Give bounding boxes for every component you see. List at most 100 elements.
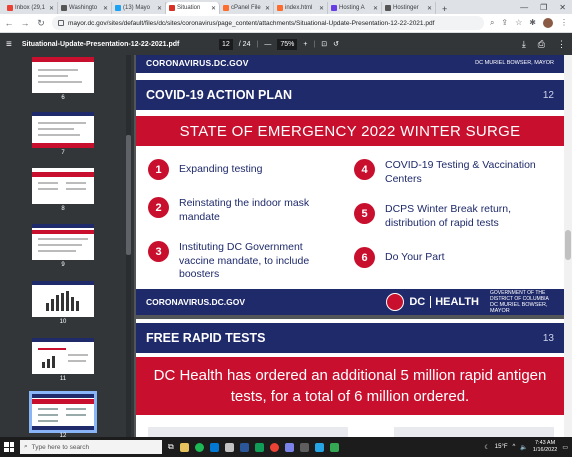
item-text: Expanding testing: [179, 163, 263, 175]
thumbnail-image: [32, 168, 94, 204]
reload-icon[interactable]: ↻: [36, 18, 46, 29]
action-item: 4 COVID-19 Testing & Vaccination Centers: [354, 159, 554, 186]
browser-tab[interactable]: Hosting A ✕: [328, 2, 382, 14]
forward-icon[interactable]: →: [20, 18, 30, 28]
weather-temp[interactable]: 15°F: [495, 444, 508, 450]
thumbnail-page-6[interactable]: 6: [32, 57, 94, 101]
teams-icon[interactable]: [284, 442, 294, 452]
tab-close-icon[interactable]: ✕: [373, 5, 378, 12]
tab-favicon-icon: [277, 5, 283, 11]
print-icon[interactable]: ⎙: [538, 39, 545, 50]
windows-start-icon[interactable]: [4, 442, 14, 452]
tab-close-icon[interactable]: ✕: [157, 5, 162, 12]
search-icon: ⌕: [24, 443, 28, 450]
thumbnail-page-9[interactable]: 9: [32, 224, 94, 268]
file-explorer-icon[interactable]: [179, 442, 189, 452]
tab-label: Hostinger: [393, 5, 419, 11]
close-window-icon[interactable]: ✕: [559, 3, 566, 12]
browser-tab[interactable]: (13) Mayo ✕: [112, 2, 166, 14]
browser-tab[interactable]: cPanel File ✕: [220, 2, 274, 14]
item-text: COVID-19 Testing & Vaccination Centers: [385, 159, 536, 185]
tab-close-icon[interactable]: ✕: [103, 5, 108, 12]
hamburger-menu-icon[interactable]: ≡: [6, 39, 12, 50]
thumbnail-label: 7: [61, 150, 65, 156]
minimize-icon[interactable]: —: [520, 3, 528, 12]
thumbnail-page-11[interactable]: 11: [32, 338, 94, 382]
restore-icon[interactable]: ❐: [540, 3, 547, 12]
taskbar-search-input[interactable]: ⌕ Type here to search: [20, 440, 162, 454]
volume-icon[interactable]: 🔈: [520, 444, 527, 451]
tab-label: Situation: [177, 5, 201, 11]
download-icon[interactable]: ⤓: [522, 39, 526, 50]
mail-icon[interactable]: [209, 442, 219, 452]
browser-tab[interactable]: Situation ✕: [166, 2, 220, 14]
clock-date: 1/16/2022: [532, 447, 558, 453]
thumbnail-page-7[interactable]: 7: [32, 112, 94, 156]
app-icon[interactable]: [299, 442, 309, 452]
app-icon[interactable]: [254, 442, 264, 452]
seal-icon: [386, 293, 405, 311]
back-icon[interactable]: ←: [4, 18, 14, 28]
viewer-scroll-thumb[interactable]: [565, 230, 571, 260]
tab-favicon-icon: [385, 5, 391, 11]
browser-tab[interactable]: Inbox (29,1 ✕: [4, 2, 58, 14]
tab-close-icon[interactable]: ✕: [319, 5, 324, 12]
pdf-viewer[interactable]: CORONAVIRUS.DC.GOV DC MURIEL BOWSER, MAY…: [134, 55, 572, 437]
word-icon[interactable]: [239, 442, 249, 452]
tab-close-icon[interactable]: ✕: [427, 5, 432, 12]
sidebar-scrollbar[interactable]: [126, 55, 131, 437]
new-tab-button[interactable]: +: [436, 4, 453, 14]
more-menu-icon[interactable]: ⋮: [557, 39, 566, 50]
browser-tab[interactable]: index.html ✕: [274, 2, 328, 14]
clock[interactable]: 7:43 AM 1/16/2022: [533, 440, 557, 454]
thumbnail-sidebar: 6 7 8 9 10 11 12: [0, 55, 134, 437]
star-icon[interactable]: ☆: [515, 18, 522, 28]
content-block: [394, 427, 554, 437]
browser-tab[interactable]: Hostinger ✕: [382, 2, 436, 14]
thumbnail-image: [32, 281, 94, 317]
notifications-icon[interactable]: ▭: [562, 444, 568, 451]
dc-health-logo: DC HEALTH GOVERNMENT OF THE DISTRICT OF …: [386, 290, 554, 314]
system-tray: ☾ 15°F ^ 🔈 7:43 AM 1/16/2022 ▭: [484, 440, 568, 454]
tab-favicon-icon: [223, 5, 229, 11]
slide-header: COVID-19 ACTION PLAN 12: [136, 80, 564, 110]
website-label: CORONAVIRUS.DC.GOV: [146, 58, 249, 68]
more-menu-icon[interactable]: ⋮: [560, 18, 568, 28]
divider: |: [313, 40, 316, 48]
sidebar-scroll-thumb[interactable]: [126, 135, 131, 255]
pdf-toolbar: ≡ Situational-Update-Presentation-12-22-…: [0, 33, 572, 55]
item-number: 6: [354, 247, 375, 268]
url-input[interactable]: mayor.dc.gov/sites/default/files/dc/site…: [52, 16, 484, 30]
windows-taskbar: ⌕ Type here to search ⧉ ☾ 15°F ^ 🔈 7:43 …: [0, 437, 572, 457]
checkmark-app-icon[interactable]: [329, 442, 339, 452]
extensions-icon[interactable]: ✱: [529, 18, 536, 28]
tab-close-icon[interactable]: ✕: [265, 5, 270, 12]
thumbnail-page-10[interactable]: 10: [32, 281, 94, 325]
thumbnail-image: [32, 112, 94, 148]
fit-page-icon[interactable]: ⊡: [321, 40, 327, 48]
thumbnail-label: 8: [61, 206, 65, 212]
rotate-icon[interactable]: ↺: [333, 40, 339, 48]
viewer-scrollbar[interactable]: [564, 55, 572, 437]
spotify-icon[interactable]: [194, 442, 204, 452]
zoom-lens-icon[interactable]: ⌕: [490, 18, 494, 28]
app-icon[interactable]: [314, 442, 324, 452]
zoom-in-icon[interactable]: +: [303, 41, 307, 48]
task-view-icon[interactable]: ⧉: [168, 442, 174, 452]
weather-icon[interactable]: ☾: [484, 444, 489, 451]
share-icon[interactable]: ⇪: [501, 18, 508, 28]
action-item: 6 Do Your Part: [354, 247, 554, 268]
item-text: Reinstating the indoor mask mandate: [179, 197, 310, 223]
tray-chevron-icon[interactable]: ^: [513, 444, 516, 450]
thumbnail-page-8[interactable]: 8: [32, 168, 94, 212]
zoom-out-icon[interactable]: —: [264, 41, 271, 48]
tab-close-icon[interactable]: ✕: [211, 5, 216, 12]
page-number-input[interactable]: 12: [219, 38, 233, 50]
browser-tab[interactable]: Washingto ✕: [58, 2, 112, 14]
tab-close-icon[interactable]: ✕: [49, 5, 54, 12]
zoom-level[interactable]: 75%: [277, 38, 298, 50]
app-icon[interactable]: [224, 442, 234, 452]
chrome-icon[interactable]: [269, 442, 279, 452]
avatar[interactable]: [543, 18, 553, 28]
thumbnail-page-12[interactable]: 12: [29, 391, 97, 437]
